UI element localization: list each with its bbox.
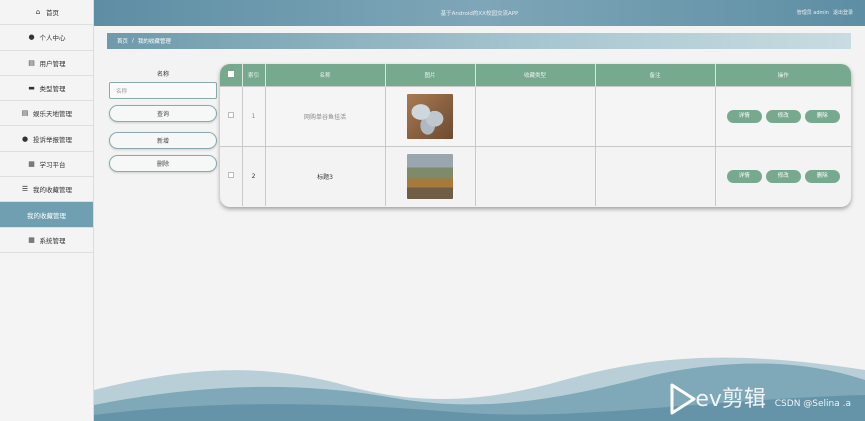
logout-link[interactable]: 退出登录: [833, 9, 853, 16]
delete-selected-button[interactable]: 删除: [109, 155, 217, 172]
sidebar-item-label: 娱乐天地管理: [33, 110, 72, 119]
sidebar-item-label: 我的收藏管理: [27, 211, 66, 220]
column-header: 索引: [242, 64, 266, 86]
sidebar-item-favorites-sub[interactable]: 我的收藏管理: [0, 202, 93, 228]
row-name: 网购单谷鱼挂活: [265, 85, 386, 146]
top-header: 基于Android的XX校园交流APP 管理员 admin 退出登录: [94, 0, 865, 26]
sidebar-item-home[interactable]: ⌂ 首页: [0, 0, 93, 26]
delete-button[interactable]: 删除: [804, 109, 840, 123]
row-index: 1: [242, 85, 266, 146]
detail-button[interactable]: 详情: [726, 109, 762, 123]
row-name: 标题3: [265, 145, 386, 206]
sidebar: ⌂ 首页 ● 个人中心 ▤ 用户管理 ▬ 类型管理 ▤ 娱乐天地管理 ● 投诉举…: [0, 0, 94, 421]
sidebar-item-label: 首页: [46, 9, 59, 18]
search-label: 名称: [156, 71, 169, 78]
edit-button[interactable]: 修改: [765, 169, 801, 183]
sidebar-item-system[interactable]: ▦ 系统管理: [0, 228, 93, 253]
data-table: 索引 名称 图片 收藏类型 备注 操作 1 网购单谷鱼挂活 详情 修改 删除 2…: [220, 64, 851, 207]
breadcrumb-current: 我的收藏管理: [137, 39, 171, 45]
row-remark: [595, 145, 716, 206]
breadcrumb-home[interactable]: 首页: [117, 37, 128, 45]
column-header: 备注: [595, 64, 716, 86]
app-title: 基于Android的XX校园交流APP: [440, 11, 519, 17]
sidebar-item-label: 我的收藏管理: [33, 186, 72, 195]
breadcrumb-separator: /: [132, 38, 134, 44]
column-header: 名称: [265, 64, 386, 86]
user-icon: ●: [21, 134, 29, 143]
sidebar-item-learning[interactable]: ▦ 学习平台: [0, 152, 93, 178]
sliders-icon: ☰: [21, 185, 29, 194]
grid-icon: ▦: [28, 235, 35, 244]
sidebar-item-users[interactable]: ▤ 用户管理: [0, 51, 93, 76]
select-all-checkbox[interactable]: [227, 70, 234, 77]
watermark-credit: CSDN @Selina .a: [774, 399, 851, 409]
row-index: 2: [242, 145, 266, 206]
edit-button[interactable]: 修改: [765, 109, 801, 123]
column-header: 图片: [385, 64, 476, 86]
delete-button[interactable]: 删除: [804, 169, 840, 183]
row-checkbox[interactable]: [227, 112, 234, 118]
user-label: 管理员 admin: [796, 10, 829, 16]
row-checkbox[interactable]: [227, 172, 234, 179]
table-header-row: 索引 名称 图片 收藏类型 备注 操作: [220, 64, 851, 86]
column-header: 收藏类型: [475, 64, 596, 86]
home-icon: ⌂: [35, 8, 41, 17]
header-user-area: 管理员 admin 退出登录: [797, 9, 853, 16]
sidebar-item-types[interactable]: ▬ 类型管理: [0, 76, 93, 102]
fish-photo-thumbnail: [407, 93, 453, 139]
clipboard-icon: ▤: [28, 58, 35, 67]
monitor-icon: ▬: [28, 84, 35, 93]
sidebar-item-entertainment[interactable]: ▤ 娱乐天地管理: [0, 101, 93, 127]
column-header: 操作: [777, 72, 789, 79]
table-row: 1 网购单谷鱼挂活 详情 修改 删除: [220, 85, 851, 146]
table-row: 2 标题3 详情 修改 删除: [220, 145, 851, 206]
sidebar-item-label: 个人中心: [39, 34, 66, 43]
sidebar-item-label: 类型管理: [39, 85, 66, 94]
watermark: ev剪辑 CSDN @Selina .a: [695, 381, 851, 413]
sidebar-item-label: 投诉举报管理: [33, 135, 72, 144]
sidebar-item-label: 学习平台: [39, 160, 66, 169]
breadcrumb: 首页 / 我的收藏管理: [107, 33, 851, 49]
sidebar-item-label: 系统管理: [39, 236, 66, 245]
search-input[interactable]: 名称: [109, 82, 217, 99]
query-button[interactable]: 查询: [109, 105, 217, 122]
row-type: [475, 145, 596, 206]
detail-button[interactable]: 详情: [726, 169, 762, 183]
sidebar-item-profile[interactable]: ● 个人中心: [0, 25, 93, 51]
street-photo-thumbnail: [407, 153, 453, 199]
user-icon: ●: [28, 33, 35, 42]
sidebar-item-complaints[interactable]: ● 投诉举报管理: [0, 126, 93, 152]
sidebar-item-favorites[interactable]: ☰ 我的收藏管理: [0, 177, 93, 203]
select-all-cell[interactable]: [220, 64, 243, 86]
row-remark: [595, 85, 716, 146]
grid-icon: ▦: [28, 159, 35, 168]
sidebar-item-label: 用户管理: [39, 59, 66, 68]
add-button[interactable]: 新增: [109, 132, 217, 149]
clipboard-icon: ▤: [21, 109, 29, 118]
watermark-logo-text: ev剪辑: [695, 387, 766, 412]
row-type: [475, 85, 596, 146]
